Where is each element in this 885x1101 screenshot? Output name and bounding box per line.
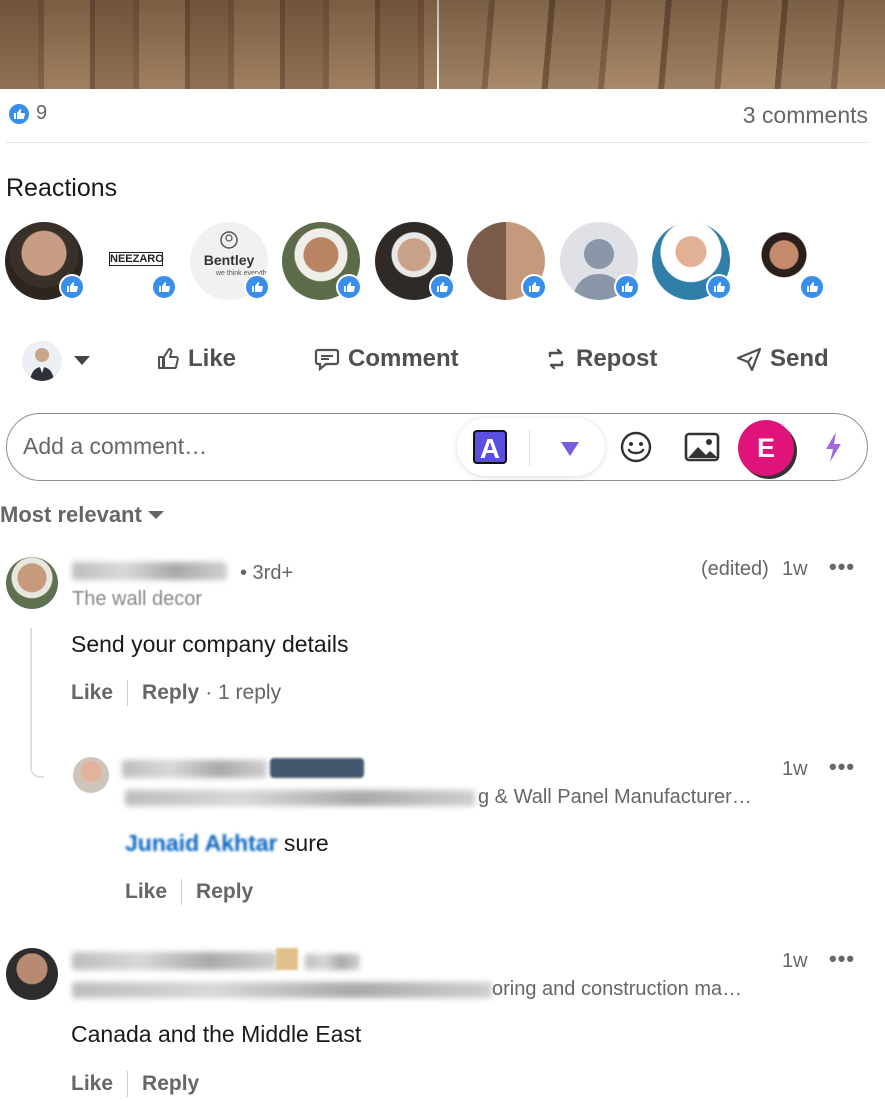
reactor-avatar[interactable]: Bentley we think everyth xyxy=(190,222,280,302)
like-label: Like xyxy=(188,345,237,372)
reactions-title: Reactions xyxy=(6,174,118,202)
commenter-headline-redacted xyxy=(72,982,492,998)
like-button[interactable]: Like xyxy=(156,345,236,373)
person-avatar-icon xyxy=(30,348,54,381)
comment-input[interactable]: Add a comment… A E xyxy=(6,413,868,481)
reply-count[interactable]: · 1 reply xyxy=(205,681,281,705)
commenter-headline: The wall decor xyxy=(72,588,203,610)
author-badge xyxy=(270,758,364,778)
like-icon[interactable] xyxy=(8,103,30,125)
bentley-logo-icon xyxy=(220,231,238,249)
chevron-down-icon[interactable] xyxy=(74,356,90,365)
like-icon xyxy=(521,274,547,300)
send-icon xyxy=(736,347,762,371)
divider xyxy=(6,142,868,143)
reactor-avatar[interactable] xyxy=(652,222,742,302)
like-icon xyxy=(151,274,177,300)
comment-reply-button[interactable]: Reply xyxy=(142,1072,199,1096)
reactor-avatar[interactable] xyxy=(745,222,835,302)
lightning-icon[interactable] xyxy=(822,430,844,469)
reply-headline: g & Wall Panel Manufacturer… xyxy=(478,786,752,808)
comment-text: Canada and the Middle East xyxy=(71,1021,362,1047)
post-action-bar: Like Comment Repost Send xyxy=(20,337,860,385)
like-icon xyxy=(614,274,640,300)
more-options-icon[interactable]: ••• xyxy=(829,946,855,972)
comments-count-link[interactable]: 3 comments xyxy=(743,102,868,129)
comment-input-placeholder: Add a comment… xyxy=(23,433,208,459)
send-button[interactable]: Send xyxy=(736,345,829,373)
more-options-icon[interactable]: ••• xyxy=(829,554,855,580)
mention-link[interactable]: Junaid Akhtar xyxy=(125,830,278,856)
connection-degree-redacted xyxy=(305,954,360,970)
repost-button[interactable]: Repost xyxy=(544,345,657,373)
profile-extension-avatar[interactable]: E xyxy=(738,420,794,476)
writing-assistant-extension: A xyxy=(457,418,605,476)
comment-actions: Like Reply · 1 reply xyxy=(71,680,281,706)
reply-reply-button[interactable]: Reply xyxy=(196,880,253,904)
sort-dropdown[interactable]: Most relevant xyxy=(0,502,164,528)
edited-label: (edited) xyxy=(701,558,769,580)
reactor-avatars: NEEZARO Bentley we think everyth xyxy=(5,222,825,302)
more-options-icon[interactable]: ••• xyxy=(829,754,855,780)
repost-icon xyxy=(548,348,564,370)
reply-text-body: sure xyxy=(277,830,329,856)
send-label: Send xyxy=(770,345,829,372)
sort-label: Most relevant xyxy=(0,502,142,527)
reactor-avatar[interactable] xyxy=(375,222,465,302)
emoji-icon[interactable] xyxy=(619,430,653,469)
reply-actions: Like Reply xyxy=(125,879,253,905)
like-icon xyxy=(429,274,455,300)
caret-down-icon xyxy=(147,511,164,519)
like-icon xyxy=(336,274,362,300)
reply-like-button[interactable]: Like xyxy=(125,880,167,904)
actor-avatar[interactable] xyxy=(22,341,62,381)
comment-time: 1w xyxy=(782,950,808,972)
comment-text: Send your company details xyxy=(71,631,349,657)
reactor-avatar[interactable] xyxy=(467,222,557,302)
commenter-avatar[interactable] xyxy=(6,948,58,1000)
reactor-avatar[interactable]: NEEZARO xyxy=(97,222,187,302)
thumbs-up-icon xyxy=(158,348,179,369)
comment-label: Comment xyxy=(348,345,459,372)
reply-headline-redacted xyxy=(125,790,475,806)
bentley-logo-text: Bentley xyxy=(203,252,255,268)
comment-actions: Like Reply xyxy=(71,1071,199,1097)
writing-assistant-icon[interactable]: A xyxy=(473,430,507,464)
reply-time: 1w xyxy=(782,758,808,780)
image-icon[interactable] xyxy=(684,430,720,469)
reply-thread-line xyxy=(30,628,44,778)
like-icon xyxy=(799,274,825,300)
reply-author-name-redacted[interactable] xyxy=(122,760,267,778)
reply-text: Junaid Akhtar sure xyxy=(125,830,329,857)
like-icon xyxy=(706,274,732,300)
neezaro-logo: NEEZARO xyxy=(109,252,164,266)
connection-degree: • 3rd+ xyxy=(240,562,294,584)
comment-button[interactable]: Comment xyxy=(314,345,459,373)
reaction-count[interactable]: 9 xyxy=(36,102,47,125)
commenter-avatar[interactable] xyxy=(6,557,58,609)
assistant-dropdown-icon[interactable] xyxy=(561,442,579,456)
reactor-avatar[interactable] xyxy=(560,222,650,302)
badge-icon xyxy=(276,948,298,970)
reactor-avatar[interactable] xyxy=(5,222,95,302)
reactor-avatar[interactable] xyxy=(282,222,372,302)
comment-like-button[interactable]: Like xyxy=(71,1072,113,1096)
reply-author-avatar[interactable] xyxy=(73,757,109,793)
post-image[interactable] xyxy=(0,0,885,89)
commenter-name-redacted[interactable] xyxy=(72,562,227,580)
repost-label: Repost xyxy=(576,345,658,372)
comment-time: 1w xyxy=(782,558,808,580)
commenter-name-redacted[interactable] xyxy=(72,952,277,970)
commenter-headline: oring and construction ma… xyxy=(492,978,743,1000)
comment-reply-button[interactable]: Reply xyxy=(142,681,199,705)
comment-like-button[interactable]: Like xyxy=(71,681,113,705)
like-icon xyxy=(244,274,270,300)
like-icon xyxy=(59,274,85,300)
social-counts: 9 3 comments xyxy=(6,100,868,130)
comment-icon xyxy=(314,348,340,371)
